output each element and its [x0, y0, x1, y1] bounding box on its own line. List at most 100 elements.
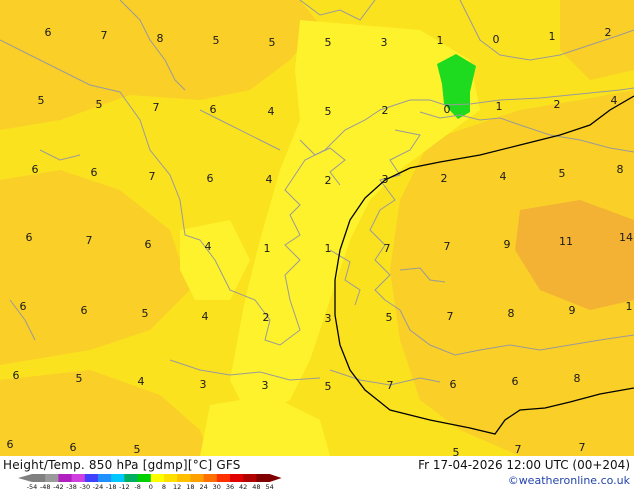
temperature-label: 11 — [559, 235, 573, 248]
scale-swatch — [164, 474, 178, 482]
temperature-label: 5 — [38, 94, 45, 107]
scale-swatch — [111, 474, 125, 482]
scale-tick-label: 18 — [186, 483, 194, 490]
scale-tick-label: -48 — [40, 483, 51, 490]
scale-swatch — [71, 474, 86, 482]
temperature-label: 6 — [45, 26, 52, 39]
temperature-label: 5 — [142, 307, 149, 320]
scale-arrow-right — [269, 474, 282, 482]
scale-swatch — [230, 474, 244, 482]
map-canvas: 6 7 8 5 5 5 3 1 0 1 25 5 7 6 4 5 2 0 1 2 46 6 7 6 4 2 3 2 4 5 86 7 6 4 1 1 7… — [0, 0, 634, 456]
temperature-label: 6 — [26, 231, 33, 244]
temperature-label: 7 — [447, 310, 454, 323]
temperature-label: 8 — [574, 372, 581, 385]
temperature-label: 6 — [20, 300, 27, 313]
scale-tick-label: 42 — [239, 483, 247, 490]
scale-swatch — [190, 474, 205, 482]
scale-tick-label: -8 — [134, 483, 140, 490]
temperature-label: 5 — [386, 311, 393, 324]
scale-tick-label: -42 — [53, 483, 64, 490]
scale-swatch — [256, 474, 271, 482]
scale-swatch — [124, 474, 139, 482]
temperature-label: 7 — [149, 170, 156, 183]
temperature-label: 6 — [450, 378, 457, 391]
scale-tick-label: 24 — [199, 483, 207, 490]
temperature-label: 8 — [617, 163, 624, 176]
scale-swatch — [216, 474, 231, 482]
temperature-label: 7 — [86, 234, 93, 247]
temperature-label: 0 — [493, 33, 500, 46]
temperature-label: 2 — [605, 26, 612, 39]
scale-swatch — [98, 474, 112, 482]
temperature-label: 1 — [496, 100, 503, 113]
scale-swatch — [32, 474, 46, 482]
temperature-label: 1 — [325, 242, 332, 255]
scale-swatch — [137, 474, 152, 482]
valid-time: Fr 17-04-2026 12:00 UTC (00+204) — [418, 458, 630, 472]
scale-swatch — [203, 474, 218, 482]
temperature-label: 0 — [444, 103, 451, 116]
temperature-label: 3 — [200, 378, 207, 391]
temperature-label: 4 — [611, 94, 618, 107]
temperature-label: 2 — [382, 104, 389, 117]
temperature-label: 1 — [437, 34, 444, 47]
scale-tick-label: -12 — [119, 483, 130, 490]
scale-tick-label: 30 — [213, 483, 221, 490]
scale-swatch — [150, 474, 165, 482]
color-scale-bars — [18, 474, 282, 482]
temperature-label: 2 — [263, 311, 270, 324]
temperature-label: 3 — [382, 173, 389, 186]
scale-tick-label: -24 — [93, 483, 104, 490]
temperature-label: 1 — [626, 300, 633, 313]
temperature-label: 5 — [213, 34, 220, 47]
scale-tick-label: -38 — [66, 483, 77, 490]
temperature-label: 5 — [325, 105, 332, 118]
scale-arrow-left — [18, 474, 32, 482]
temperature-label: 4 — [266, 173, 273, 186]
temperature-label: 7 — [384, 242, 391, 255]
scale-swatch — [58, 474, 73, 482]
temperature-label: 2 — [441, 172, 448, 185]
scale-tick-label: -18 — [106, 483, 117, 490]
scale-tick-label: 12 — [173, 483, 181, 490]
scale-tick-label: 54 — [265, 483, 273, 490]
temperature-label: 3 — [262, 379, 269, 392]
temperature-label: 5 — [325, 380, 332, 393]
scale-tick-label: 0 — [149, 483, 153, 490]
temperature-label: 7 — [444, 240, 451, 253]
scale-tick-label: -54 — [27, 483, 38, 490]
temperature-label: 5 — [96, 98, 103, 111]
temperature-label: 1 — [549, 30, 556, 43]
temperature-label: 4 — [268, 105, 275, 118]
weather-map: 6785553101255764520124667642324586764117… — [0, 0, 634, 456]
temperature-label: 6 — [7, 438, 14, 451]
temperature-label: 8 — [508, 307, 515, 320]
temperature-label: 7 — [153, 101, 160, 114]
temperature-label: 6 — [81, 304, 88, 317]
temperature-label: 7 — [101, 29, 108, 42]
temperature-label: 6 — [32, 163, 39, 176]
temperature-label: 9 — [569, 304, 576, 317]
temperature-label: 1 — [264, 242, 271, 255]
map-title: Height/Temp. 850 hPa [gdmp][°C] GFS — [3, 458, 241, 472]
scale-tick-label: 36 — [226, 483, 234, 490]
temperature-label: 6 — [13, 369, 20, 382]
temperature-label: 9 — [504, 238, 511, 251]
credit-link[interactable]: ©weatheronline.co.uk — [508, 474, 630, 487]
scale-swatch — [84, 474, 99, 482]
temperature-label: 4 — [202, 310, 209, 323]
temperature-label: 14 — [619, 231, 633, 244]
temperature-label: 5 — [134, 443, 141, 456]
scale-tick-label: 48 — [252, 483, 260, 490]
temperature-label: 3 — [381, 36, 388, 49]
temperature-label: 5 — [453, 446, 460, 456]
temperature-label: 6 — [210, 103, 217, 116]
temperature-label: 7 — [579, 441, 586, 454]
scale-swatch — [45, 474, 59, 482]
temperature-label: 6 — [145, 238, 152, 251]
temperature-label: 4 — [500, 170, 507, 183]
temperature-label: 6 — [91, 166, 98, 179]
temperature-label: 5 — [325, 36, 332, 49]
scale-swatch — [177, 474, 191, 482]
scale-tick-label: 8 — [162, 483, 166, 490]
